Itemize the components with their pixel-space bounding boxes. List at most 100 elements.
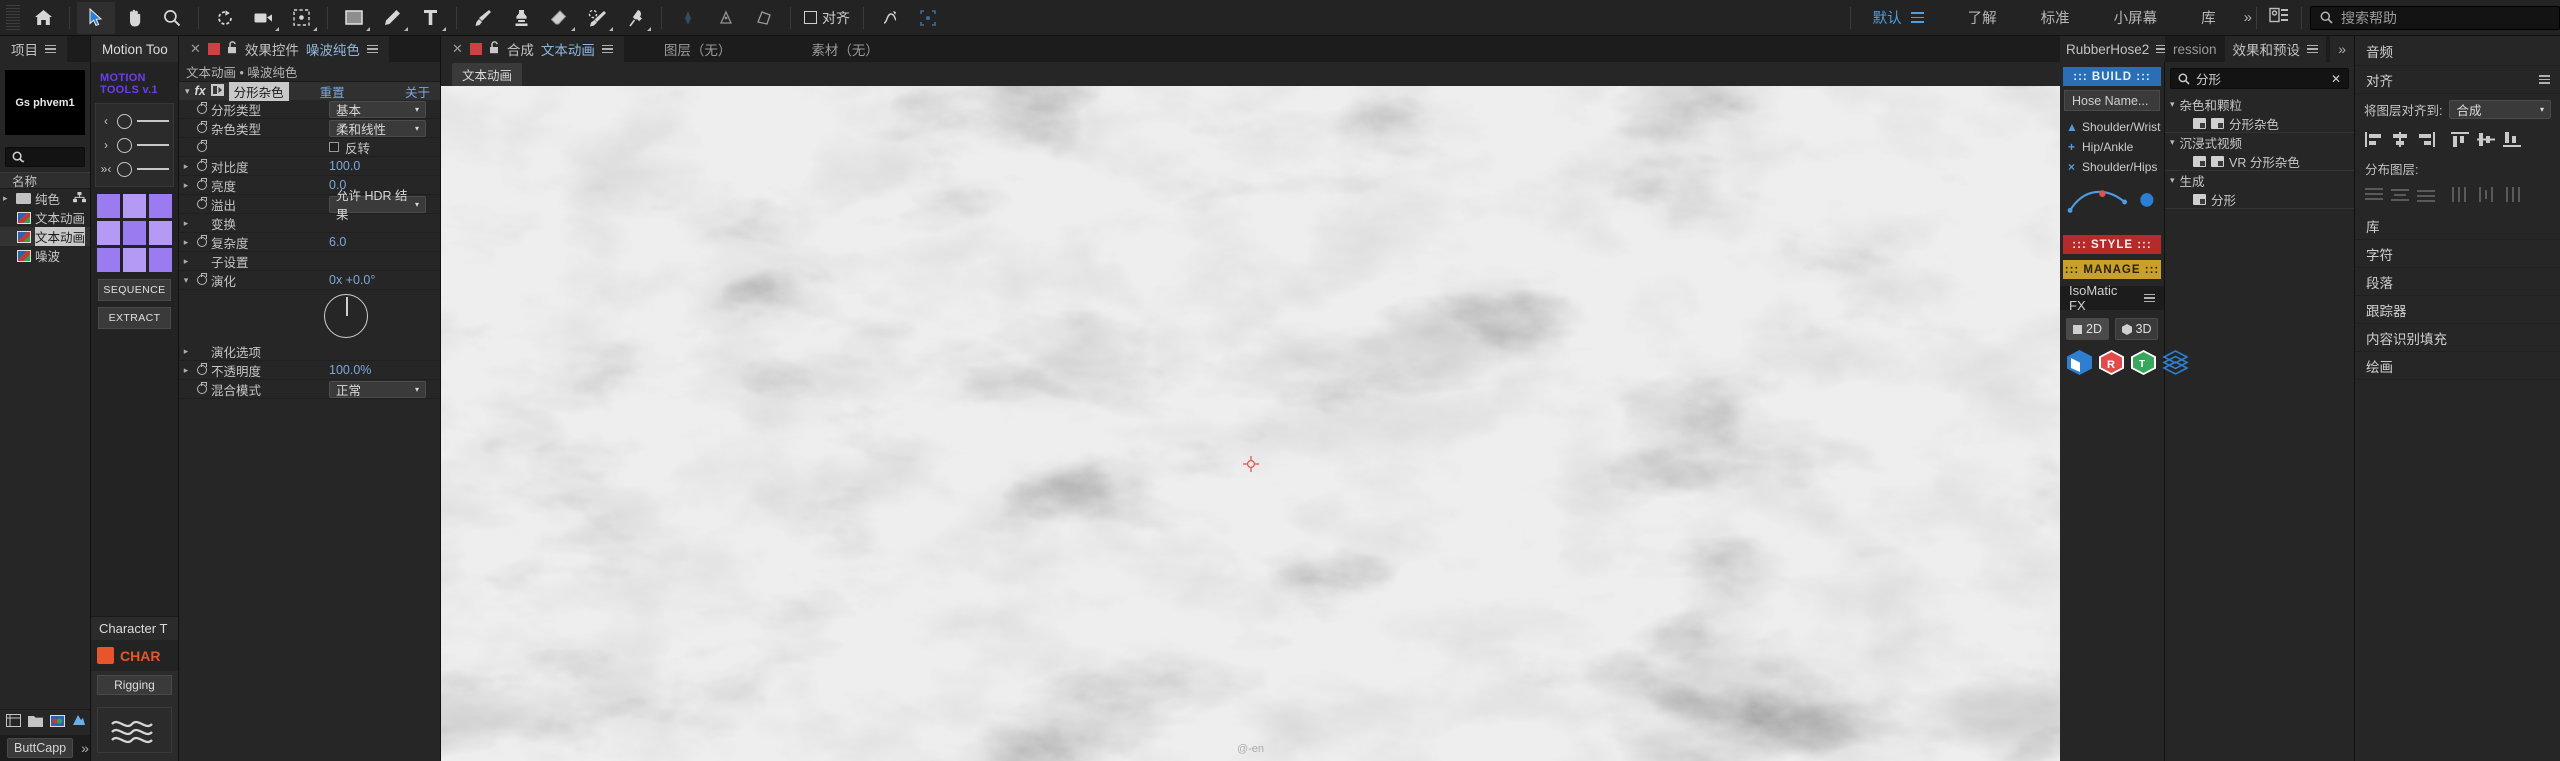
graph-editor-icon[interactable]	[871, 2, 909, 34]
effects-tree-item-fractal[interactable]: 分形	[2165, 190, 2354, 209]
transform-box-icon[interactable]	[909, 2, 947, 34]
comp-name-chip[interactable]: 文本动画	[452, 62, 523, 86]
property-value[interactable]: 6.0	[329, 235, 346, 249]
property-select[interactable]: 基本 ▾	[329, 100, 426, 118]
section-library[interactable]: 库	[2355, 212, 2560, 240]
workspace-libraries[interactable]: 库	[2179, 0, 2238, 35]
chevron-right-icon[interactable]: ▸	[179, 365, 193, 376]
chevron-right-icon[interactable]: ▸	[179, 256, 193, 267]
stopwatch-icon[interactable]	[193, 177, 211, 190]
tab-align[interactable]: 对齐	[2355, 66, 2560, 94]
zoom-tool-icon[interactable]	[153, 2, 191, 34]
lock-icon[interactable]	[227, 41, 238, 57]
rotation-tool-icon[interactable]	[206, 2, 244, 34]
close-icon[interactable]: ×	[2066, 160, 2077, 174]
mode-2d-button[interactable]: 2D	[2066, 318, 2109, 340]
project-column-header[interactable]: 名称	[0, 172, 90, 189]
snapping-toggle[interactable]: 对齐	[798, 8, 856, 28]
rubberhose-preview[interactable]	[2064, 181, 2160, 223]
align-left-icon[interactable]	[2364, 131, 2383, 148]
slider-track[interactable]	[137, 168, 169, 170]
swatch[interactable]	[123, 248, 146, 272]
knob-icon[interactable]	[117, 161, 132, 177]
stopwatch-icon[interactable]	[193, 101, 211, 114]
property-row-invert[interactable]: 反转	[179, 138, 440, 157]
workspace-default[interactable]: 默认	[1851, 0, 1946, 35]
align-bottom-icon[interactable]	[2502, 131, 2521, 148]
section-tracker[interactable]: 跟踪器	[2355, 296, 2560, 324]
tab-isomatic-fx[interactable]: IsoMatic FX	[2060, 283, 2164, 313]
stopwatch-icon[interactable]	[193, 139, 211, 152]
composition-viewer[interactable]: @-en	[441, 86, 2060, 761]
type-tool-icon[interactable]	[411, 2, 449, 34]
knob-icon[interactable]	[117, 113, 132, 129]
motion-tool-row-next[interactable]: ›	[100, 133, 169, 157]
panel-menu-icon[interactable]	[601, 44, 613, 54]
property-select[interactable]: 正常 ▾	[329, 380, 426, 398]
swatch[interactable]	[149, 248, 172, 272]
chevron-right-icon[interactable]: ▸	[179, 346, 193, 357]
motion-tool-row-both[interactable]: »‹	[100, 157, 169, 181]
iso-cube-blue-icon[interactable]	[2066, 349, 2093, 376]
invert-checkbox[interactable]	[329, 142, 339, 152]
distribute-bottom-icon[interactable]	[2416, 186, 2435, 203]
property-value[interactable]: 100.0%	[329, 363, 371, 377]
anchor-align-left-icon[interactable]	[669, 2, 707, 34]
distribute-horizontal-center-icon[interactable]	[2476, 186, 2495, 203]
knob-icon[interactable]	[117, 137, 132, 153]
section-audio[interactable]: 音频	[2355, 36, 2560, 66]
triangle-up-icon[interactable]: ▲	[2066, 120, 2078, 134]
hose-name-input[interactable]: Hose Name...	[2064, 90, 2160, 111]
workspace-overflow-icon[interactable]: »	[2238, 9, 2256, 26]
distribute-top-icon[interactable]	[2364, 186, 2383, 203]
align-top-icon[interactable]	[2450, 131, 2469, 148]
chevron-right-icon[interactable]: ▸	[179, 237, 193, 248]
help-search-input[interactable]: 搜索帮助	[2310, 5, 2560, 30]
roto-brush-tool-icon[interactable]	[578, 2, 616, 34]
tab-rubberhose[interactable]: RubberHose2	[2060, 36, 2174, 62]
distribute-right-icon[interactable]	[2502, 186, 2521, 203]
evolution-dial[interactable]	[324, 294, 368, 338]
swatch[interactable]	[97, 221, 120, 245]
new-folder-icon[interactable]	[28, 714, 43, 732]
property-select[interactable]: 允许 HDR 结果 ▾	[329, 189, 426, 222]
property-value[interactable]: 100.0	[329, 159, 360, 173]
chevron-right-icon[interactable]: ▸	[179, 218, 193, 229]
chevron-right-icon[interactable]: ›	[100, 138, 112, 152]
extract-button[interactable]: EXTRACT	[98, 307, 171, 329]
effect-about-button[interactable]: 关于	[405, 82, 430, 101]
rigging-button[interactable]: Rigging	[97, 675, 172, 695]
property-row-noise-type[interactable]: 杂色类型 柔和线性 ▾	[179, 119, 440, 138]
align-horizontal-center-icon[interactable]	[2390, 131, 2409, 148]
distribute-vertical-center-icon[interactable]	[2390, 186, 2409, 203]
hand-tool-icon[interactable]	[115, 2, 153, 34]
property-row-blend-mode[interactable]: 混合模式 正常 ▾	[179, 380, 440, 399]
align-right-icon[interactable]	[2416, 131, 2435, 148]
property-select[interactable]: 柔和线性 ▾	[329, 119, 426, 137]
stopwatch-icon[interactable]	[193, 234, 211, 247]
project-row-comp-1[interactable]: 文本动画	[0, 208, 90, 227]
property-value[interactable]: 0x +0.0°	[329, 273, 375, 287]
stopwatch-icon[interactable]	[193, 196, 211, 209]
section-paragraph[interactable]: 段落	[2355, 268, 2560, 296]
iso-cube-green-icon[interactable]: T	[2130, 349, 2157, 376]
tab-layer[interactable]: 图层（无）	[623, 36, 772, 62]
distribute-left-icon[interactable]	[2450, 186, 2469, 203]
clone-stamp-tool-icon[interactable]	[502, 2, 540, 34]
chevron-left-icon[interactable]: ‹	[100, 114, 112, 128]
effects-tree-item-vr-fractal-noise[interactable]: VR 分形杂色	[2165, 152, 2354, 171]
iso-cube-red-icon[interactable]: R	[2098, 349, 2125, 376]
workspace-standard[interactable]: 标准	[2019, 0, 2092, 35]
chevron-down-icon[interactable]: ▾	[2170, 175, 2175, 186]
chevron-down-icon[interactable]: ▾	[179, 275, 193, 286]
effect-reset-button[interactable]: 重置	[320, 82, 345, 101]
project-row-solids[interactable]: ▸ 纯色	[0, 189, 90, 208]
clear-search-icon[interactable]: ✕	[2331, 72, 2341, 86]
property-row-evolution[interactable]: ▾ 演化 0x +0.0°	[179, 271, 440, 290]
buttcapp-button[interactable]: ButtCapp	[7, 738, 74, 758]
new-comp-icon[interactable]	[50, 714, 65, 732]
chevron-down-icon[interactable]: ▾	[185, 86, 190, 97]
section-character[interactable]: 字符	[2355, 240, 2560, 268]
project-settings-icon[interactable]	[72, 714, 86, 732]
effect-enable-icon[interactable]	[210, 83, 224, 99]
